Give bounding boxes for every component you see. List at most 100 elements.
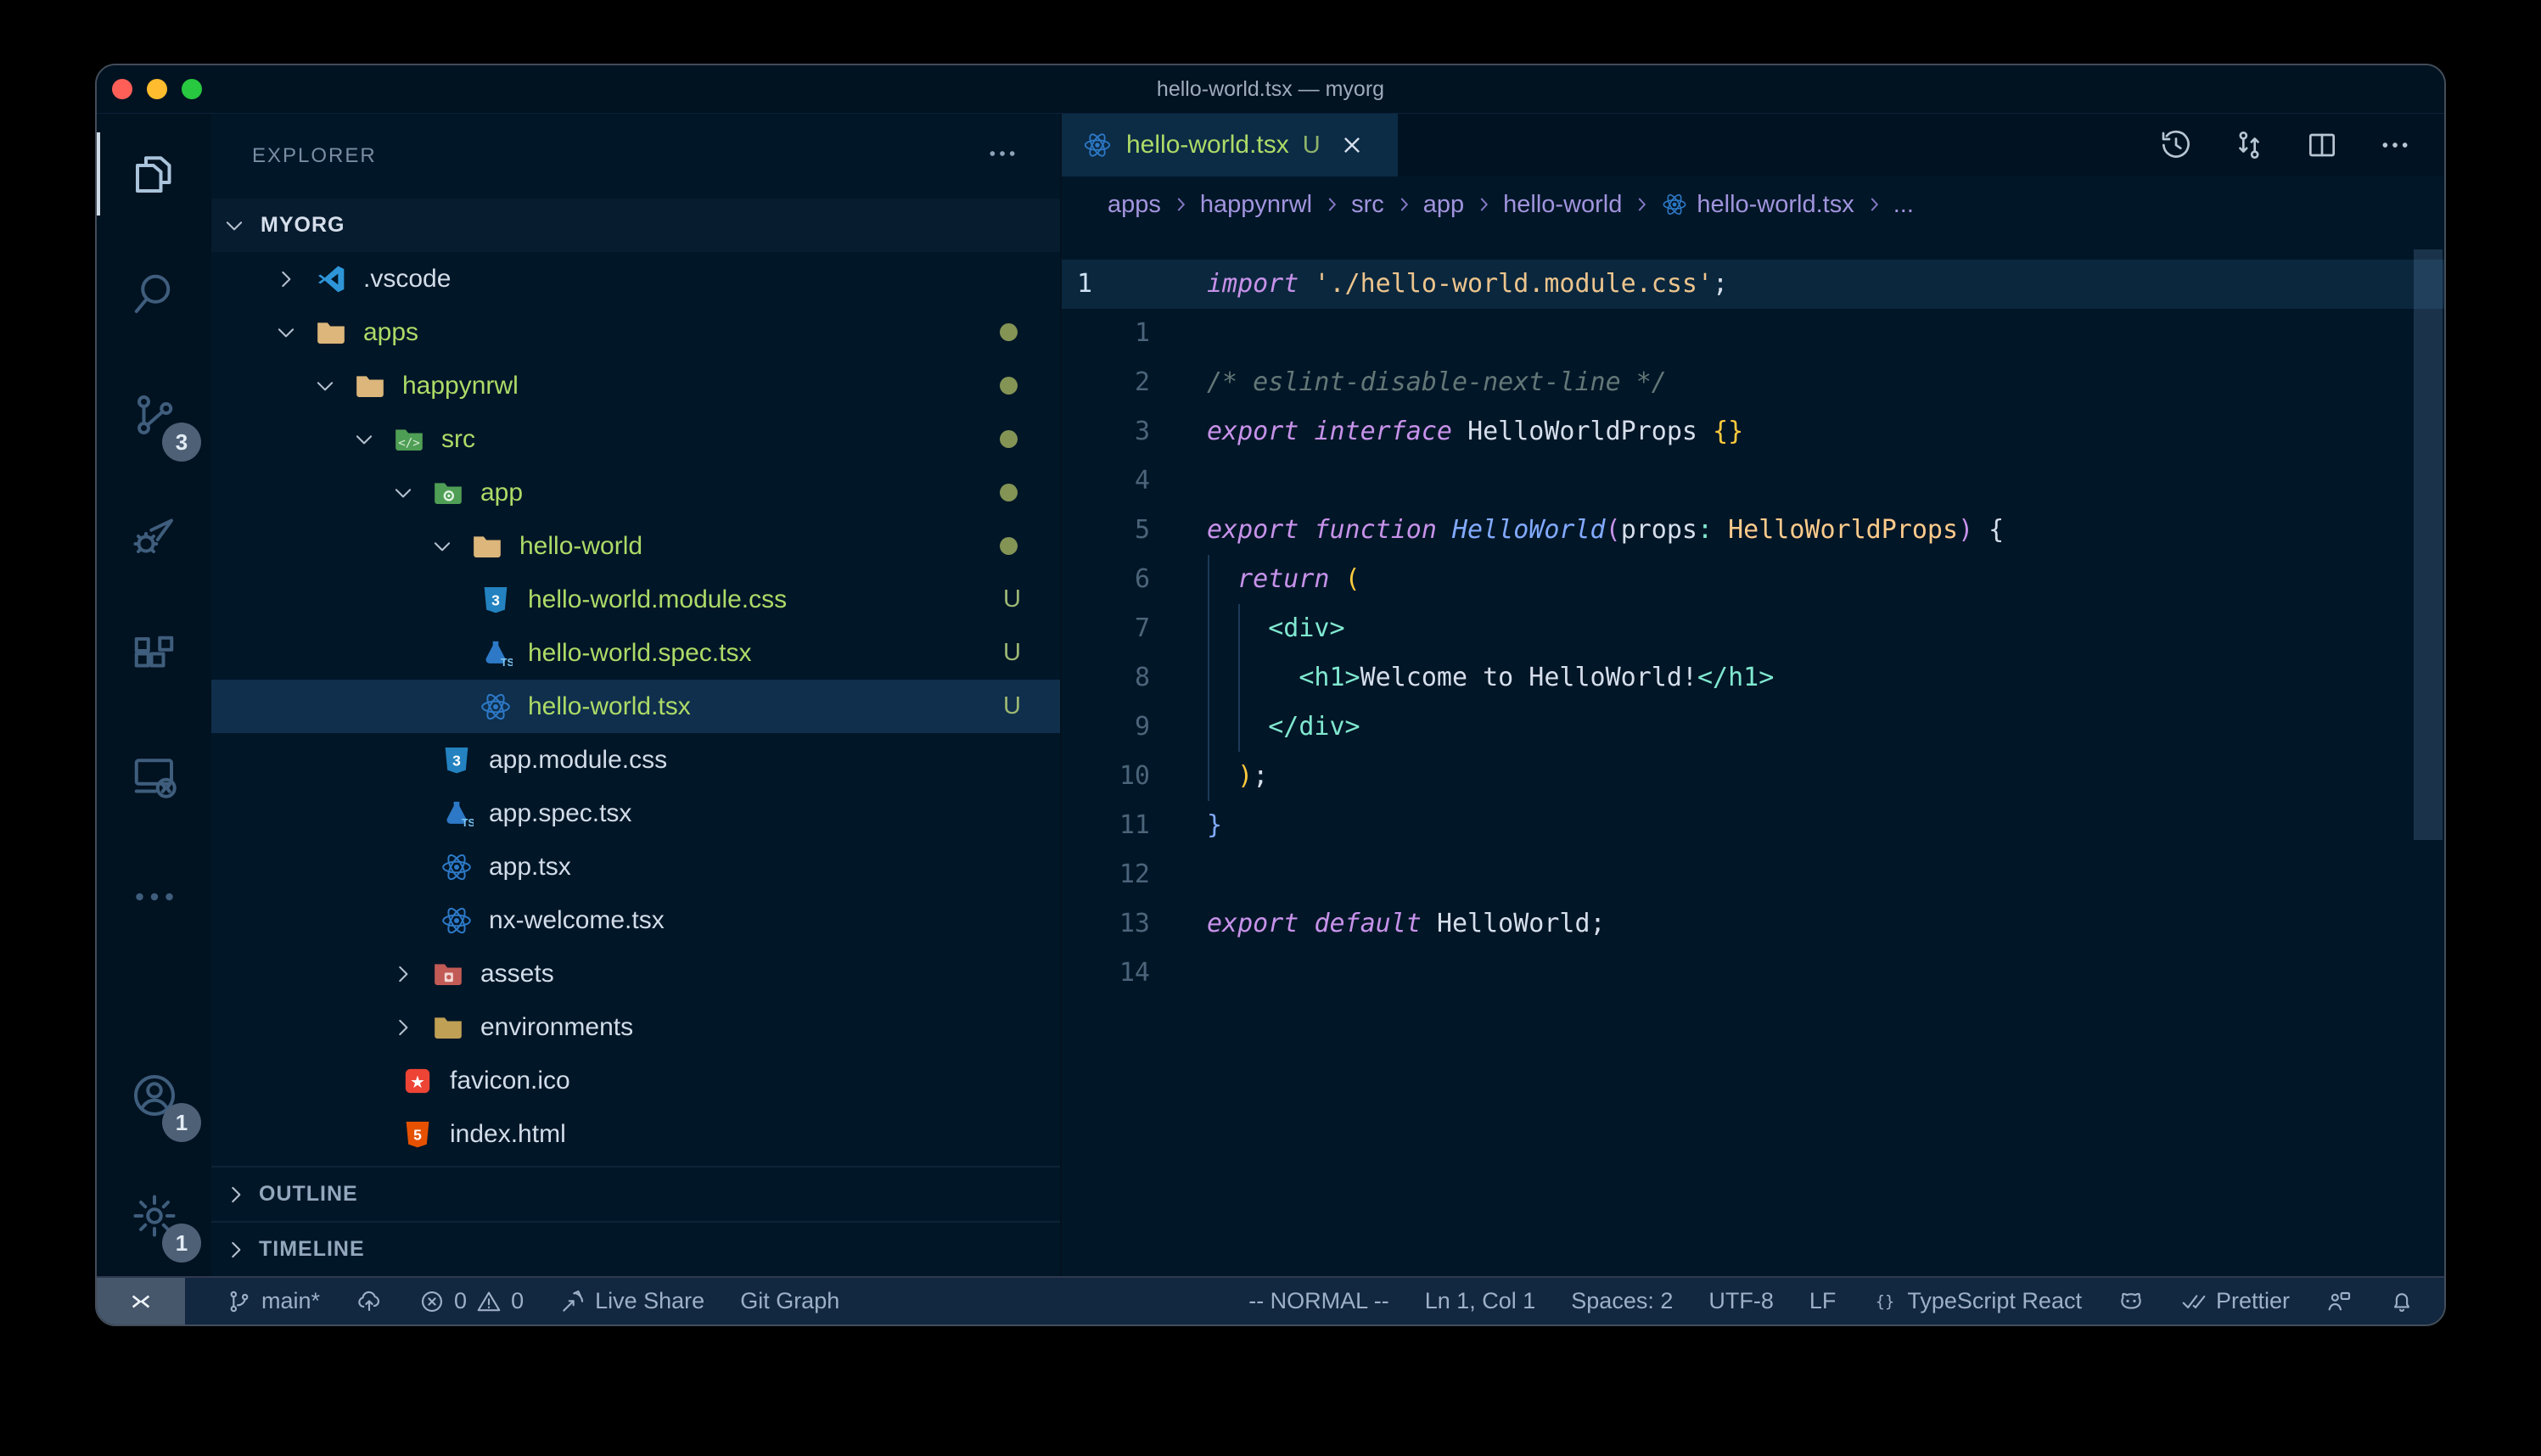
sidebar-item-app[interactable]: app xyxy=(211,466,1060,519)
split-editor-icon[interactable] xyxy=(2305,128,2339,162)
status-eol[interactable]: LF xyxy=(1809,1278,1837,1324)
close-tab-icon[interactable] xyxy=(1339,132,1365,158)
line-number[interactable]: 12 xyxy=(1062,850,1172,899)
sidebar-item-hello-world-tsx[interactable]: hello-world.tsxU xyxy=(211,680,1060,733)
activity-accounts[interactable]: 1 xyxy=(97,1035,211,1156)
code-line[interactable]: 14 xyxy=(1062,949,2444,998)
activity-settings[interactable]: 1 xyxy=(97,1156,211,1276)
sidebar-item-app-module-css[interactable]: 3app.module.css xyxy=(211,733,1060,787)
status-problems[interactable]: 00 xyxy=(418,1278,524,1324)
code-line[interactable]: 1 xyxy=(1062,309,2444,358)
breadcrumb-hello-world-tsx[interactable]: hello-world.tsx xyxy=(1661,191,1854,219)
line-number[interactable]: 10 xyxy=(1062,752,1172,801)
sidebar-item-hello-world-spec-tsx[interactable]: TShello-world.spec.tsxU xyxy=(211,626,1060,680)
code-line[interactable]: 13export default HelloWorld; xyxy=(1062,899,2444,949)
status-sync[interactable] xyxy=(356,1278,383,1324)
line-number[interactable]: 3 xyxy=(1062,407,1172,456)
sidebar-item-index-html[interactable]: 5index.html xyxy=(211,1107,1060,1161)
activity-more-views[interactable] xyxy=(97,837,211,957)
line-number[interactable]: 13 xyxy=(1062,899,1172,949)
activity-explorer[interactable] xyxy=(97,114,211,234)
timeline-history-icon[interactable] xyxy=(2159,128,2193,162)
status-git-graph[interactable]: Git Graph xyxy=(740,1278,839,1324)
status-language-mode[interactable]: {}TypeScript React xyxy=(1871,1278,2082,1324)
status-feedback[interactable] xyxy=(2325,1278,2353,1324)
line-number[interactable]: 8 xyxy=(1062,653,1172,703)
code-line[interactable]: 6 return ( xyxy=(1062,555,2444,604)
code-line[interactable]: 10 ); xyxy=(1062,752,2444,801)
remote-indicator[interactable] xyxy=(97,1278,185,1324)
activity-remote-explorer[interactable] xyxy=(97,716,211,837)
line-number[interactable]: 11 xyxy=(1062,801,1172,850)
more-actions-icon[interactable] xyxy=(2378,128,2412,162)
status-vim-mode[interactable]: -- NORMAL -- xyxy=(1248,1278,1388,1324)
screen: hello-world.tsx — myorg 311 EXPLORER MYO… xyxy=(0,0,2541,1456)
line-number[interactable]: 1 xyxy=(1062,260,1172,309)
status-encoding[interactable]: UTF-8 xyxy=(1708,1278,1774,1324)
status-notifications[interactable] xyxy=(2388,1278,2415,1324)
breadcrumb-hello-world[interactable]: hello-world xyxy=(1503,191,1622,219)
sidebar-item-app-spec-tsx[interactable]: TSapp.spec.tsx xyxy=(211,787,1060,840)
activity-extensions[interactable] xyxy=(97,596,211,716)
cloud-upload-icon xyxy=(356,1288,383,1315)
status-prettier[interactable]: Prettier xyxy=(2180,1278,2290,1324)
workspace-section-header[interactable]: MYORG xyxy=(211,199,1060,252)
explorer-more-actions-icon[interactable] xyxy=(985,137,1019,176)
sidebar-item-assets[interactable]: assets xyxy=(211,947,1060,1000)
item-label: hello-world xyxy=(519,532,642,561)
code-line[interactable]: 8 <h1>Welcome to HelloWorld!</h1> xyxy=(1062,653,2444,703)
sidebar-item-happynrwl[interactable]: happynrwl xyxy=(211,359,1060,412)
panel-timeline[interactable]: TIMELINE xyxy=(211,1221,1060,1276)
breadcrumb-src[interactable]: src xyxy=(1351,191,1384,219)
sidebar-item-nx-welcome-tsx[interactable]: nx-welcome.tsx xyxy=(211,893,1060,947)
status-indentation[interactable]: Spaces: 2 xyxy=(1571,1278,1673,1324)
status-git-branch[interactable]: main* xyxy=(226,1278,320,1324)
panel-outline[interactable]: OUTLINE xyxy=(211,1166,1060,1221)
open-changes-icon[interactable] xyxy=(2232,128,2266,162)
sidebar-item-hello-world-module-css[interactable]: 3hello-world.module.cssU xyxy=(211,573,1060,626)
status-github[interactable] xyxy=(2118,1278,2145,1324)
line-number[interactable]: 6 xyxy=(1062,555,1172,604)
code-line[interactable]: 3export interface HelloWorldProps {} xyxy=(1062,407,2444,456)
sidebar-item-environments[interactable]: environments xyxy=(211,1000,1060,1054)
tab-hello-world-tsx[interactable]: hello-world.tsx U xyxy=(1062,114,1398,176)
status-bar: main* 00 Live Share Git Graph -- NORMAL -- L… xyxy=(97,1276,2444,1324)
activity-source-control[interactable]: 3 xyxy=(97,355,211,475)
breadcrumb--[interactable]: ... xyxy=(1893,191,1914,219)
octoface-icon xyxy=(2118,1288,2145,1315)
sidebar-item-apps[interactable]: apps xyxy=(211,305,1060,359)
code-line[interactable]: 2/* eslint-disable-next-line */ xyxy=(1062,358,2444,407)
status-live-share[interactable]: Live Share xyxy=(559,1278,704,1324)
breadcrumb-app[interactable]: app xyxy=(1423,191,1464,219)
breadcrumb-happynrwl[interactable]: happynrwl xyxy=(1200,191,1312,219)
code-line[interactable]: 4 xyxy=(1062,456,2444,506)
sidebar-item--vscode[interactable]: .vscode xyxy=(211,252,1060,305)
sidebar-item-hello-world[interactable]: hello-world xyxy=(211,519,1060,573)
line-number[interactable]: 14 xyxy=(1062,949,1172,998)
sidebar-item-src[interactable]: </>src xyxy=(211,412,1060,466)
editor-scrollbar[interactable] xyxy=(2414,249,2443,840)
line-number[interactable]: 7 xyxy=(1062,604,1172,653)
code-line[interactable]: 12 xyxy=(1062,850,2444,899)
line-number[interactable]: 2 xyxy=(1062,358,1172,407)
line-number[interactable]: 5 xyxy=(1062,506,1172,555)
item-label: happynrwl xyxy=(402,372,519,400)
activity-search[interactable] xyxy=(97,234,211,355)
activity-run-debug[interactable] xyxy=(97,475,211,596)
code-line[interactable]: 7 <div> xyxy=(1062,604,2444,653)
item-label: .vscode xyxy=(363,265,451,294)
sidebar-item-favicon-ico[interactable]: ★favicon.ico xyxy=(211,1054,1060,1107)
activity-badge: 3 xyxy=(162,423,201,462)
branch-icon xyxy=(226,1288,253,1315)
code-line[interactable]: 11} xyxy=(1062,801,2444,850)
code-editor[interactable]: 1import './hello-world.module.css';12/* … xyxy=(1062,232,2444,1276)
code-line[interactable]: 9 </div> xyxy=(1062,703,2444,752)
breadcrumb-apps[interactable]: apps xyxy=(1108,191,1161,219)
line-number[interactable]: 9 xyxy=(1062,703,1172,752)
sidebar-item-app-tsx[interactable]: app.tsx xyxy=(211,840,1060,893)
line-number[interactable]: 1 xyxy=(1062,309,1172,358)
status-cursor-position[interactable]: Ln 1, Col 1 xyxy=(1425,1278,1536,1324)
code-line[interactable]: 5export function HelloWorld(props: Hello… xyxy=(1062,506,2444,555)
line-number[interactable]: 4 xyxy=(1062,456,1172,506)
code-line[interactable]: 1import './hello-world.module.css'; xyxy=(1062,260,2444,309)
